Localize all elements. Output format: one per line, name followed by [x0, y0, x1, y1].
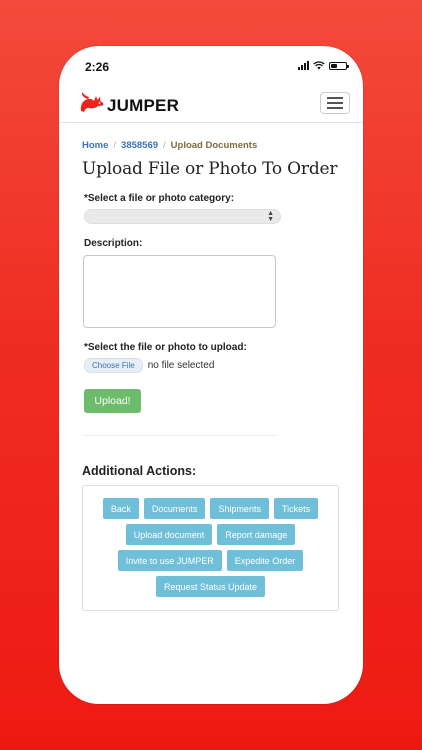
breadcrumb-order-link[interactable]: 3858569: [121, 140, 158, 151]
breadcrumb-separator: /: [113, 140, 117, 151]
breadcrumb-home-link[interactable]: Home: [82, 140, 108, 151]
divider: [84, 435, 277, 436]
select-caret-icon: ▲ ▼: [267, 210, 274, 223]
upload-document-button[interactable]: Upload document: [125, 524, 213, 545]
breadcrumb-separator: /: [163, 140, 166, 151]
shipments-button[interactable]: Shipments: [210, 498, 269, 519]
expedite-order-button[interactable]: Expedite Order: [226, 550, 304, 571]
file-label: *Select the file or photo to upload:: [84, 342, 247, 353]
request-status-update-button[interactable]: Request Status Update: [155, 576, 266, 597]
tickets-button[interactable]: Tickets: [273, 498, 319, 519]
brand-name: JUMPER: [107, 96, 180, 115]
back-button[interactable]: Back: [102, 498, 139, 519]
file-input: Choose File no file selected: [84, 358, 347, 373]
invite-button[interactable]: Invite to use JUMPER: [117, 550, 222, 571]
report-damage-button[interactable]: Report damage: [217, 524, 296, 545]
status-bar: 2:26: [59, 46, 363, 86]
documents-button[interactable]: Documents: [143, 498, 206, 519]
page-title: Upload File or Photo To Order: [82, 159, 338, 179]
description-textarea[interactable]: [83, 255, 276, 328]
breadcrumb-current: Upload Documents: [170, 140, 258, 151]
file-status-text: no file selected: [147, 360, 215, 371]
category-select[interactable]: ▲ ▼: [84, 209, 281, 224]
status-time: 2:26: [85, 60, 110, 74]
phone-frame: 2:26 JUMPER Home/3858569 / Upload Docume…: [59, 46, 363, 704]
fox-logo-icon: [80, 92, 104, 112]
category-label: *Select a file or photo category:: [84, 193, 235, 204]
hamburger-icon: [327, 97, 343, 100]
main-content: Home / 3858569 / Upload Documents Upload Fil…: [82, 140, 347, 611]
signal-icon: [298, 61, 309, 70]
brand-logo[interactable]: JUMPER: [79, 90, 179, 116]
menu-toggle-button[interactable]: [320, 92, 350, 114]
battery-icon: [329, 61, 349, 70]
additional-actions-panel: Back Documents Shipments Tickets Upload …: [82, 485, 339, 611]
choose-file-button[interactable]: Choose File: [84, 358, 143, 373]
status-icons: [298, 61, 349, 70]
description-label: Description:: [84, 238, 143, 249]
additional-actions-title: Additional Actions:: [82, 464, 197, 478]
breadcrumb: Home / 3858569 / Upload Documents: [82, 140, 347, 151]
upload-button[interactable]: Upload!: [84, 389, 141, 413]
wifi-icon: [313, 61, 325, 70]
navbar: JUMPER: [59, 82, 363, 123]
